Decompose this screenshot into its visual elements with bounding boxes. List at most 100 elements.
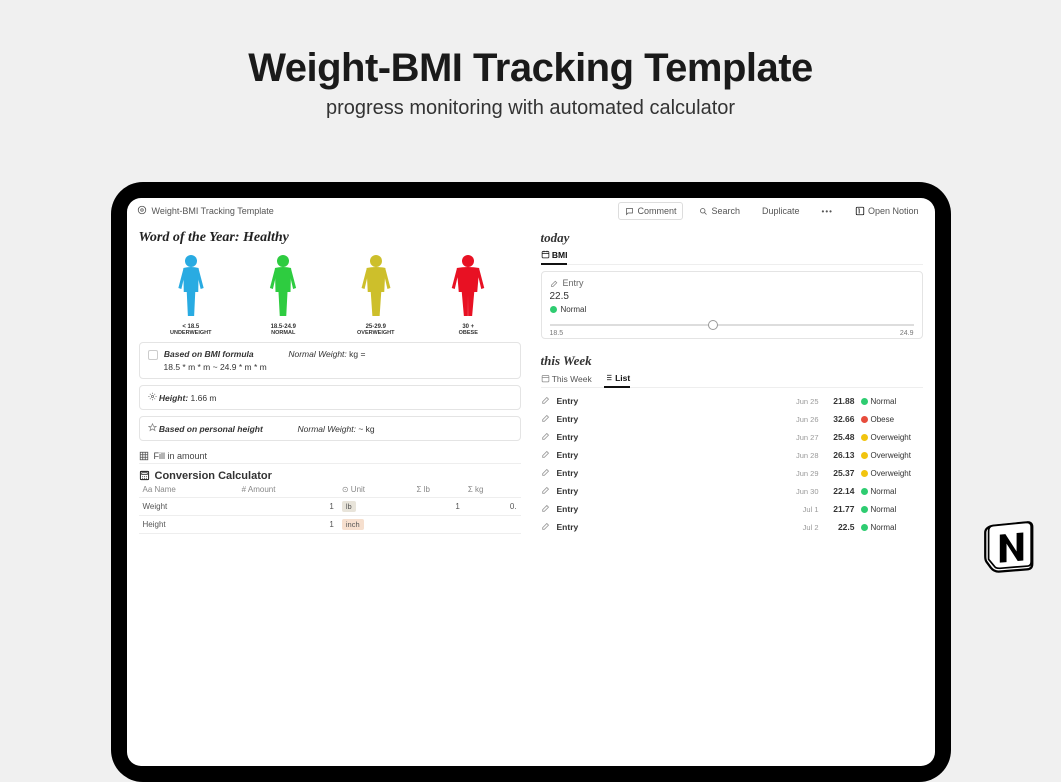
bmi-tab[interactable]: BMI — [541, 250, 568, 265]
entry-value: 22.5 — [825, 522, 855, 532]
list-item[interactable]: Entry Jun 25 21.88 Normal — [541, 392, 923, 410]
list-tab[interactable]: List — [604, 373, 631, 388]
hero-title: Weight-BMI Tracking Template — [0, 46, 1061, 91]
list-item[interactable]: Entry Jun 29 25.37 Overweight — [541, 464, 923, 482]
slider-knob[interactable] — [708, 320, 718, 330]
bmi-tab-label: BMI — [552, 250, 568, 260]
list-item[interactable]: Entry Jul 1 21.77 Normal — [541, 500, 923, 518]
page-title[interactable]: Weight-BMI Tracking Template — [152, 206, 274, 216]
comment-button[interactable]: Comment — [618, 202, 683, 220]
entry-icon — [541, 449, 551, 461]
entry-icon — [541, 467, 551, 479]
page-icon — [137, 205, 147, 217]
this-week-label: This Week — [552, 374, 592, 384]
topbar: Weight-BMI Tracking Template Comment Sea… — [127, 198, 935, 224]
entry-name: Entry — [557, 468, 579, 478]
list-item[interactable]: Entry Jun 26 32.66 Obese — [541, 410, 923, 428]
table-header: ⊙ Unit — [338, 482, 413, 498]
table-header: Aa Name — [139, 482, 238, 498]
entry-date: Jun 26 — [785, 415, 819, 424]
entry-date: Jun 28 — [785, 451, 819, 460]
checkbox-icon — [148, 350, 158, 360]
hero-subtitle: progress monitoring with automated calcu… — [0, 97, 1061, 120]
entry-status: Normal — [861, 505, 923, 514]
entry-list: Entry Jun 25 21.88 Normal Entry Jun 26 3… — [541, 392, 923, 536]
entry-value: 26.13 — [825, 450, 855, 460]
entry-status: Normal — [861, 487, 923, 496]
conversion-title: Conversion Calculator — [139, 470, 521, 482]
open-notion-button[interactable]: Open Notion — [849, 203, 925, 219]
table-header: # Amount — [238, 482, 338, 498]
status-dot — [550, 306, 557, 313]
entry-status: Obese — [861, 415, 923, 424]
height-label: Height: — [159, 393, 188, 403]
entry-name: Entry — [557, 432, 579, 442]
slider-min: 18.5 — [550, 330, 564, 337]
list-item[interactable]: Entry Jun 27 25.48 Overweight — [541, 428, 923, 446]
entry-name: Entry — [557, 396, 579, 406]
fill-amount-tab[interactable]: Fill in amount — [139, 447, 521, 464]
formula-label: Based on BMI formula — [164, 349, 254, 359]
search-button[interactable]: Search — [693, 203, 746, 219]
entry-icon — [541, 521, 551, 533]
personal-label: Based on personal height — [159, 424, 263, 434]
normal-weight-label: Normal Weight: — [288, 349, 346, 359]
duplicate-button[interactable]: Duplicate — [756, 203, 806, 219]
entry-value: 25.37 — [825, 468, 855, 478]
list-tab-label: List — [615, 373, 630, 383]
list-item[interactable]: Entry Jun 30 22.14 Normal — [541, 482, 923, 500]
formula-unit: kg = — [349, 349, 365, 359]
entry-value: 21.88 — [825, 396, 855, 406]
entry-date: Jun 29 — [785, 469, 819, 478]
star-icon — [148, 423, 157, 434]
bmi-status: Normal — [561, 305, 587, 314]
entry-status: Overweight — [861, 469, 923, 478]
entry-name: Entry — [557, 522, 579, 532]
app-screen: Weight-BMI Tracking Template Comment Sea… — [127, 198, 935, 766]
conversion-table[interactable]: Aa Name# Amount⊙ UnitΣ lbΣ kg Weight1lb1… — [139, 482, 521, 534]
slider-max: 24.9 — [900, 330, 914, 337]
entry-icon — [541, 503, 551, 515]
word-of-year: Word of the Year: Healthy — [139, 230, 521, 246]
entry-status: Normal — [861, 523, 923, 532]
entry-label: Entry — [563, 278, 584, 288]
bmi-figures: < 18.5UNDERWEIGHT 18.5-24.9NORMAL 25-29.… — [145, 254, 515, 336]
entry-date: Jul 2 — [785, 523, 819, 532]
notion-logo — [983, 519, 1039, 575]
personal-nw-label: Normal Weight: — [298, 424, 356, 434]
bmi-figure: < 18.5UNDERWEIGHT — [161, 254, 221, 336]
search-label: Search — [711, 206, 740, 216]
fill-amount-label: Fill in amount — [154, 451, 208, 461]
entry-date: Jun 30 — [785, 487, 819, 496]
bmi-figure: 30 +OBESE — [438, 254, 498, 336]
height-value: 1.66 m — [191, 393, 217, 403]
entry-value: 25.48 — [825, 432, 855, 442]
entry-status: Overweight — [861, 451, 923, 460]
this-week-tab[interactable]: This Week — [541, 374, 592, 384]
list-item[interactable]: Entry Jun 28 26.13 Overweight — [541, 446, 923, 464]
bmi-figure: 18.5-24.9NORMAL — [253, 254, 313, 336]
today-title: today — [541, 230, 923, 246]
table-header: Σ kg — [464, 482, 521, 498]
entry-status: Overweight — [861, 433, 923, 442]
formula-card: Based on BMI formula Normal Weight: kg =… — [139, 342, 521, 379]
bmi-entry-card[interactable]: Entry 22.5 Normal 18.5 24.9 — [541, 271, 923, 339]
entry-value: 21.77 — [825, 504, 855, 514]
list-item[interactable]: Entry Jul 2 22.5 Normal — [541, 518, 923, 536]
personal-card: Based on personal height Normal Weight: … — [139, 416, 521, 441]
more-button[interactable] — [816, 204, 839, 219]
entry-icon — [541, 395, 551, 407]
entry-status: Normal — [861, 397, 923, 406]
bmi-figure: 25-29.9OVERWEIGHT — [346, 254, 406, 336]
bmi-value: 22.5 — [550, 291, 914, 302]
table-row[interactable]: Weight1lb10. — [139, 497, 521, 515]
entry-value: 32.66 — [825, 414, 855, 424]
entry-name: Entry — [557, 486, 579, 496]
bmi-slider[interactable]: 18.5 24.9 — [550, 318, 914, 332]
entry-value: 22.14 — [825, 486, 855, 496]
device-frame: Weight-BMI Tracking Template Comment Sea… — [111, 182, 951, 782]
entry-name: Entry — [557, 414, 579, 424]
entry-date: Jun 27 — [785, 433, 819, 442]
entry-icon — [541, 485, 551, 497]
table-row[interactable]: Height1inch — [139, 515, 521, 533]
